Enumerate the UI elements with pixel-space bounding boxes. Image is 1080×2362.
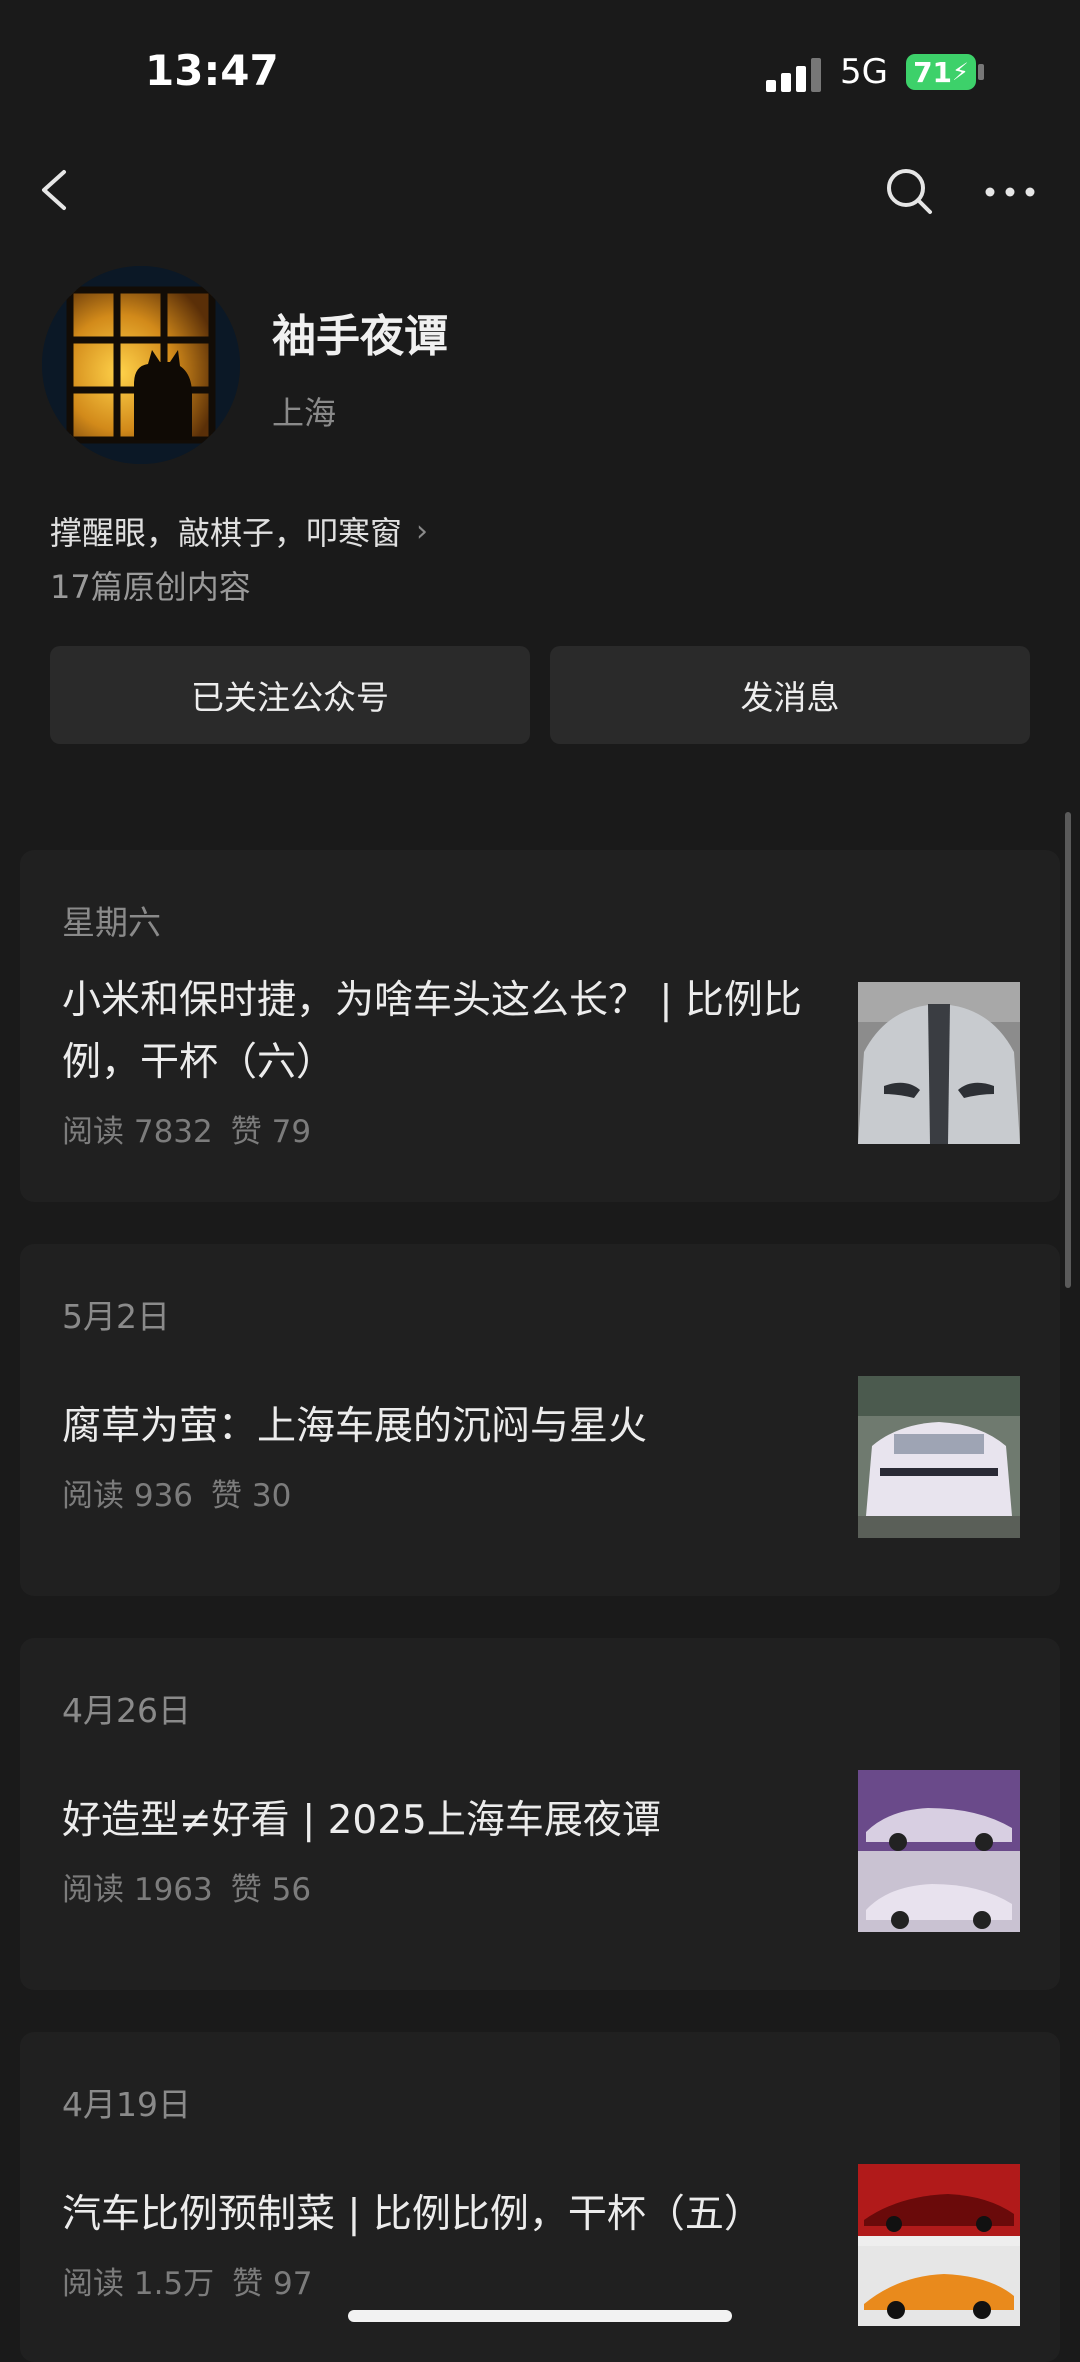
article-stats: 阅读 1.5万赞 97 [62,2258,312,2303]
read-count: 阅读 936 [62,1478,194,1514]
battery-icon: 71 ⚡ [906,54,976,90]
more-dots-icon [985,187,1035,197]
like-count: 赞 97 [232,2266,313,2302]
battery-tip [978,64,984,80]
read-count: 阅读 1.5万 [62,2266,215,2302]
article-date: 5月2日 [62,1297,170,1336]
signal-icon [766,58,822,92]
article-title: 汽车比例预制菜 | 比例比例，干杯（五） [62,2192,763,2237]
search-button[interactable] [880,162,940,222]
article-card[interactable]: 星期六 小米和保时捷，为啥车头这么长？ | 比例比例，干杯（六） 阅读 7832… [20,850,1060,1202]
home-indicator[interactable] [348,2310,732,2322]
more-button[interactable] [980,172,1040,212]
account-location: 上海 [272,394,337,432]
like-count: 赞 79 [230,1114,312,1150]
article-thumbnail [858,982,1020,1144]
status-time: 13:47 [145,46,279,95]
article-card[interactable]: 4月26日 好造型≠好看 | 2025上海车展夜谭 阅读 1963 赞 56 [20,1638,1060,1990]
article-stats: 阅读 1963 赞 56 [62,1864,311,1909]
read-count: 阅读 7832 [62,1114,213,1150]
battery-level: 71 [913,55,953,89]
article-stats: 阅读 7832 赞 79 [62,1106,311,1151]
article-date: 星期六 [62,903,161,942]
account-bio[interactable]: 撑醒眼，敲棋子，叩寒窗 › [50,508,428,554]
article-thumbnail [858,1770,1020,1932]
follow-button[interactable]: 已关注公众号 [50,646,530,744]
back-button[interactable] [34,160,74,220]
article-title: 小米和保时捷，为啥车头这么长？ | 比例比例，干杯（六） [62,978,802,1085]
window-cat-image [42,266,240,464]
article-thumbnail [858,2164,1020,2326]
read-count: 阅读 1963 [62,1872,213,1908]
article-stats: 阅读 936 赞 30 [62,1470,291,1515]
scrollbar[interactable] [1065,812,1071,1288]
network-label: 5G [840,52,888,92]
article-thumbnail [858,1376,1020,1538]
avatar[interactable] [42,266,240,464]
search-icon [887,169,932,214]
bio-text: 撑醒眼，敲棋子，叩寒窗 [50,514,403,552]
article-date: 4月26日 [62,1691,191,1730]
message-button[interactable]: 发消息 [550,646,1030,744]
chevron-right-icon: › [416,513,429,549]
account-name: 袖手夜谭 [272,311,448,362]
article-title: 腐草为萤：上海车展的沉闷与星火 [62,1404,648,1449]
article-title: 好造型≠好看 | 2025上海车展夜谭 [62,1798,661,1843]
like-count: 赞 56 [230,1872,312,1908]
like-count: 赞 30 [211,1478,292,1514]
chevron-left-icon [42,170,66,210]
article-count: 17篇原创内容 [50,568,251,606]
article-card[interactable]: 5月2日 腐草为萤：上海车展的沉闷与星火 阅读 936 赞 30 [20,1244,1060,1596]
article-date: 4月19日 [62,2085,191,2124]
